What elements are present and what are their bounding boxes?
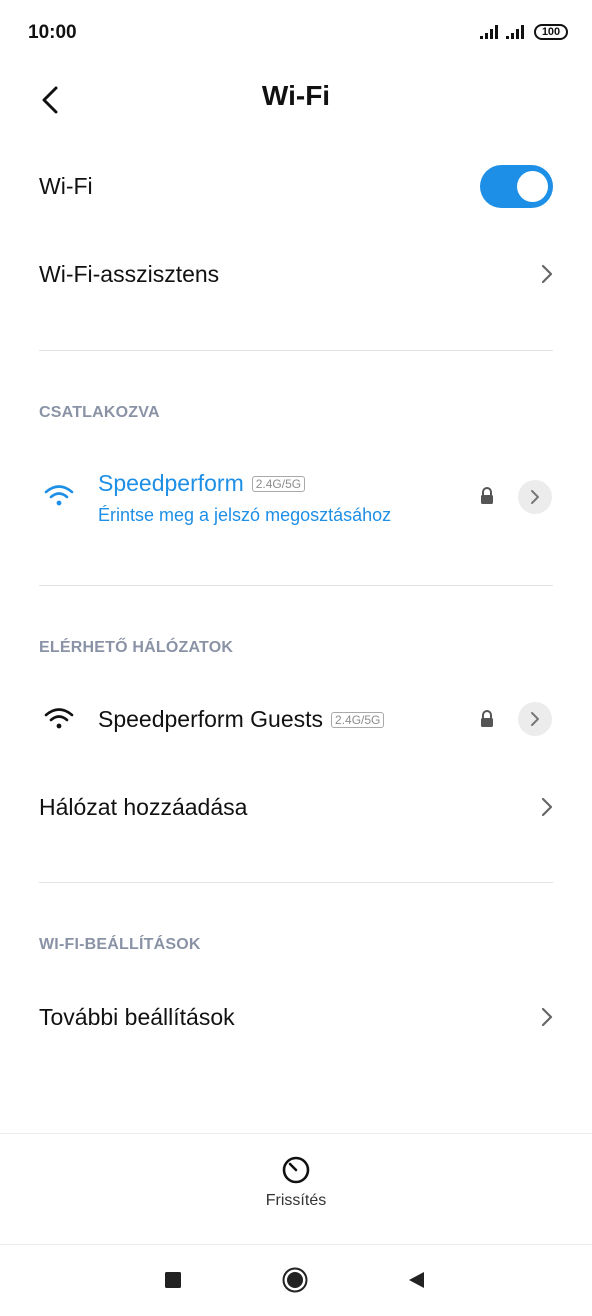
refresh-label: Frissítés <box>265 1192 327 1209</box>
signal-bars-icon <box>480 25 498 39</box>
network-details-button[interactable] <box>518 702 552 736</box>
recents-button[interactable] <box>164 1271 182 1294</box>
network-details-button[interactable] <box>518 480 552 514</box>
chevron-right-icon <box>541 797 553 817</box>
triangle-back-icon <box>409 1272 424 1288</box>
square-icon <box>165 1272 181 1288</box>
wifi-toggle[interactable] <box>480 165 553 208</box>
wifi-assistant-label[interactable]: Wi-Fi-asszisztens <box>39 261 219 288</box>
wifi-assistant-chevron[interactable] <box>537 262 557 286</box>
bottom-bar-divider <box>0 1133 592 1134</box>
divider <box>39 882 553 883</box>
connected-network[interactable]: Speedperform 2.4G/5G <box>98 470 306 497</box>
band-badge: 2.4G/5G <box>251 475 306 492</box>
add-network-label[interactable]: Hálózat hozzáadása <box>39 794 247 821</box>
section-header-available: ELÉRHETŐ HÁLÓZATOK <box>39 639 234 656</box>
circle-icon <box>282 1267 308 1293</box>
network-name: Speedperform <box>98 470 244 496</box>
available-network-item[interactable]: Speedperform Guests 2.4G/5G <box>98 706 385 733</box>
home-button[interactable] <box>282 1267 308 1298</box>
wifi-toggle-label: Wi-Fi <box>39 173 93 199</box>
refresh-icon <box>282 1156 310 1184</box>
more-settings-chevron[interactable] <box>537 1005 557 1029</box>
page-title: Wi-Fi <box>261 80 331 111</box>
section-header-connected: CSATLAKOZVA <box>39 404 160 421</box>
add-network-chevron[interactable] <box>537 795 557 819</box>
status-time: 10:00 <box>28 22 77 43</box>
lock-icon <box>479 487 495 510</box>
chevron-right-icon <box>541 264 553 284</box>
chevron-right-icon <box>531 712 539 726</box>
lock-icon <box>479 710 495 733</box>
divider <box>39 350 553 351</box>
nav-back-button[interactable] <box>406 1270 426 1295</box>
band-badge: 2.4G/5G <box>331 711 385 728</box>
wifi-icon <box>44 707 74 736</box>
status-icons: 100 <box>480 24 568 40</box>
wifi-icon <box>44 484 74 513</box>
share-password-hint[interactable]: Érintse meg a jelszó megosztásához <box>98 505 391 526</box>
chevron-right-icon <box>531 490 539 504</box>
battery-indicator: 100 <box>534 24 568 40</box>
section-header-settings: WI-FI-BEÁLLÍTÁSOK <box>39 936 201 953</box>
navbar-divider <box>0 1244 592 1245</box>
more-settings-label[interactable]: További beállítások <box>39 1004 235 1031</box>
divider <box>39 585 553 586</box>
signal-bars-icon-2 <box>506 25 524 39</box>
refresh-button[interactable]: Frissítés <box>0 1154 592 1210</box>
network-name: Speedperform Guests <box>98 706 324 732</box>
chevron-right-icon <box>541 1007 553 1027</box>
toggle-knob <box>517 171 548 202</box>
